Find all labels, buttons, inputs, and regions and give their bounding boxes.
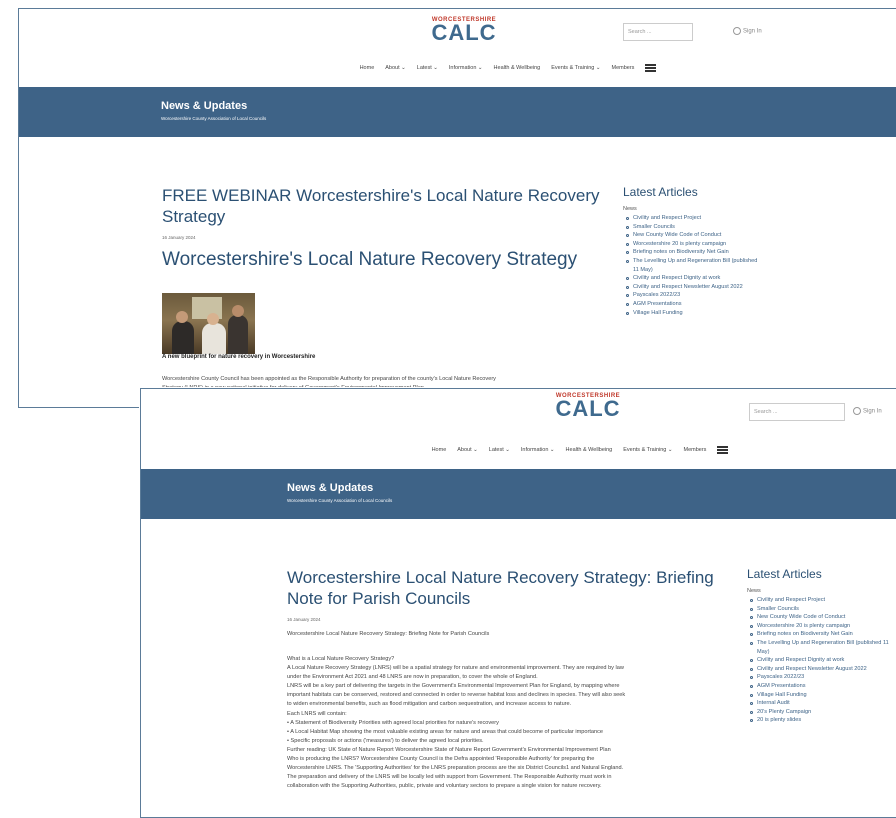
latest-article-link[interactable]: AGM Presentations (747, 682, 889, 691)
screenshot-webinar-page: WORCESTERSHIRE CALC Search ... Sign In H… (18, 8, 896, 408)
article-body: What is a Local Nature Recovery Strategy… (287, 655, 747, 791)
latest-article-link[interactable]: Civility and Respect Project (623, 214, 763, 223)
site-logo[interactable]: WORCESTERSHIRE CALC (419, 17, 509, 45)
article-date: 16 January 2024 (287, 617, 321, 622)
latest-article-link[interactable]: Civility and Respect Project (747, 596, 889, 605)
nav-health[interactable]: Health & Wellbeing (566, 447, 613, 453)
banner-subtitle: Worcestershire County Association of Loc… (287, 498, 393, 503)
latest-article-link[interactable]: AGM Presentations (623, 300, 763, 309)
latest-article-link[interactable]: Village Hall Funding (747, 691, 889, 700)
latest-article-link[interactable]: Civility and Respect Newsletter August 2… (623, 283, 763, 292)
nav-health[interactable]: Health & Wellbeing (494, 65, 541, 71)
main-nav: Home About ⌄ Latest ⌄ Information ⌄ Heal… (19, 64, 896, 72)
body-line: Further reading: UK State of Nature Repo… (287, 746, 611, 753)
body-line: Each LNRS will contain: (287, 710, 347, 717)
sign-in-link[interactable]: Sign In (853, 407, 882, 415)
search-input[interactable]: Search ... (749, 403, 845, 421)
nav-information[interactable]: Information ⌄ (449, 65, 483, 71)
latest-articles-list: Civility and Respect Project Smaller Coun… (747, 596, 889, 725)
nav-members[interactable]: Members (611, 65, 634, 71)
latest-article-link[interactable]: New County Wide Code of Conduct (623, 231, 763, 240)
latest-article-link[interactable]: Smaller Councils (747, 605, 889, 614)
sign-in-label: Sign In (743, 28, 762, 35)
site-logo[interactable]: WORCESTERSHIRE CALC (543, 393, 633, 421)
latest-article-link[interactable]: Payscales 2022/23 (747, 673, 889, 682)
body-line: collaboration with the Supporting Author… (287, 783, 602, 790)
latest-article-link[interactable]: Village Hall Funding (623, 309, 763, 318)
latest-article-link[interactable]: Briefing notes on Biodiversity Net Gain (623, 248, 763, 257)
body-line: Worcestershire County Council has been a… (162, 376, 496, 382)
latest-articles-title: Latest Articles (623, 185, 698, 199)
latest-article-link[interactable]: Payscales 2022/23 (623, 291, 763, 300)
body-line: A Local Nature Recovery Strategy (LNRS) … (287, 665, 624, 672)
latest-article-link[interactable]: Civility and Respect Newsletter August 2… (747, 665, 889, 674)
nav-home[interactable]: Home (360, 65, 375, 71)
main-nav: Home About ⌄ Latest ⌄ Information ⌄ Heal… (141, 446, 896, 454)
latest-article-link[interactable]: Worcestershire 20 is plenty campaign (747, 622, 889, 631)
logo-big-text: CALC (555, 396, 621, 421)
body-line: The preparation and delivery of the LNRS… (287, 774, 612, 781)
latest-article-link[interactable]: Civility and Respect Dignity at work (747, 656, 889, 665)
sign-in-label: Sign In (863, 408, 882, 415)
article-heading: Worcestershire's Local Nature Recovery S… (162, 249, 578, 270)
latest-article-link[interactable]: 20 is plenty slides (747, 716, 889, 725)
latest-article-link[interactable]: The Levelling Up and Regeneration Bill (… (747, 639, 889, 656)
article-photo (162, 293, 255, 354)
latest-article-link[interactable]: New County Wide Code of Conduct (747, 613, 889, 622)
banner-title: News & Updates (287, 482, 374, 494)
nav-about[interactable]: About ⌄ (385, 65, 406, 71)
body-line: • A Statement of Biodiversity Priorities… (287, 719, 499, 726)
search-input[interactable]: Search ... (623, 23, 693, 41)
nav-information[interactable]: Information ⌄ (521, 447, 555, 453)
nav-about[interactable]: About ⌄ (457, 447, 478, 453)
body-line: LNRS will be a key part of delivering th… (287, 683, 620, 690)
nav-latest[interactable]: Latest ⌄ (417, 65, 438, 71)
latest-article-link[interactable]: Smaller Councils (623, 223, 763, 232)
latest-articles-title: Latest Articles (747, 567, 822, 581)
user-icon (733, 27, 741, 35)
nav-events[interactable]: Events & Training ⌄ (551, 65, 600, 71)
latest-article-link[interactable]: Internal Audit (747, 699, 889, 708)
page-banner: News & Updates Worcestershire County Ass… (141, 469, 896, 519)
article-date: 16 January 2024 (162, 235, 196, 240)
nav-members[interactable]: Members (683, 447, 706, 453)
latest-article-link[interactable]: 20's Plenty Campaign (747, 708, 889, 717)
menu-icon[interactable] (645, 64, 657, 72)
latest-category[interactable]: News (747, 588, 761, 594)
screenshot-briefing-page: WORCESTERSHIRE CALC Search ... Sign In H… (140, 388, 896, 818)
nav-latest[interactable]: Latest ⌄ (489, 447, 510, 453)
nav-home[interactable]: Home (432, 447, 447, 453)
banner-title: News & Updates (161, 100, 248, 112)
photo-caption: A new blueprint for nature recovery in W… (162, 354, 316, 360)
article-intro: Worcestershire Local Nature Recovery Str… (287, 631, 490, 637)
menu-icon[interactable] (717, 446, 729, 454)
user-icon (853, 407, 861, 415)
nav-events[interactable]: Events & Training ⌄ (623, 447, 672, 453)
latest-category[interactable]: News (623, 206, 637, 212)
banner-subtitle: Worcestershire County Association of Loc… (161, 116, 267, 121)
body-line: • Specific proposals or actions ('measur… (287, 737, 484, 744)
body-line: important habitats can be conserved, res… (287, 692, 626, 699)
latest-article-link[interactable]: Civility and Respect Dignity at work (623, 274, 763, 283)
article-title: FREE WEBINAR Worcestershire's Local Natu… (162, 186, 600, 226)
body-line: to widen environmental benefits, such as… (287, 701, 572, 708)
body-line: • A Local Habitat Map showing the most v… (287, 728, 604, 735)
latest-article-link[interactable]: Worcestershire 20 is plenty campaign (623, 240, 763, 249)
body-line: Worcestershire LNRS. The 'Supporting Aut… (287, 765, 624, 772)
body-line: What is a Local Nature Recovery Strategy… (287, 656, 395, 662)
logo-big-text: CALC (431, 20, 497, 45)
article-title: Worcestershire Local Nature Recovery Str… (287, 568, 714, 608)
body-line: under the Environment Act 2021 and 48 LN… (287, 674, 538, 681)
page-banner: News & Updates Worcestershire County Ass… (19, 87, 896, 137)
latest-article-link[interactable]: Briefing notes on Biodiversity Net Gain (747, 630, 889, 639)
latest-article-link[interactable]: The Levelling Up and Regeneration Bill (… (623, 257, 763, 274)
latest-articles-list: Civility and Respect Project Smaller Coun… (623, 214, 763, 317)
sign-in-link[interactable]: Sign In (733, 27, 762, 35)
body-line: Who is producing the LNRS? Worcestershir… (287, 756, 595, 763)
